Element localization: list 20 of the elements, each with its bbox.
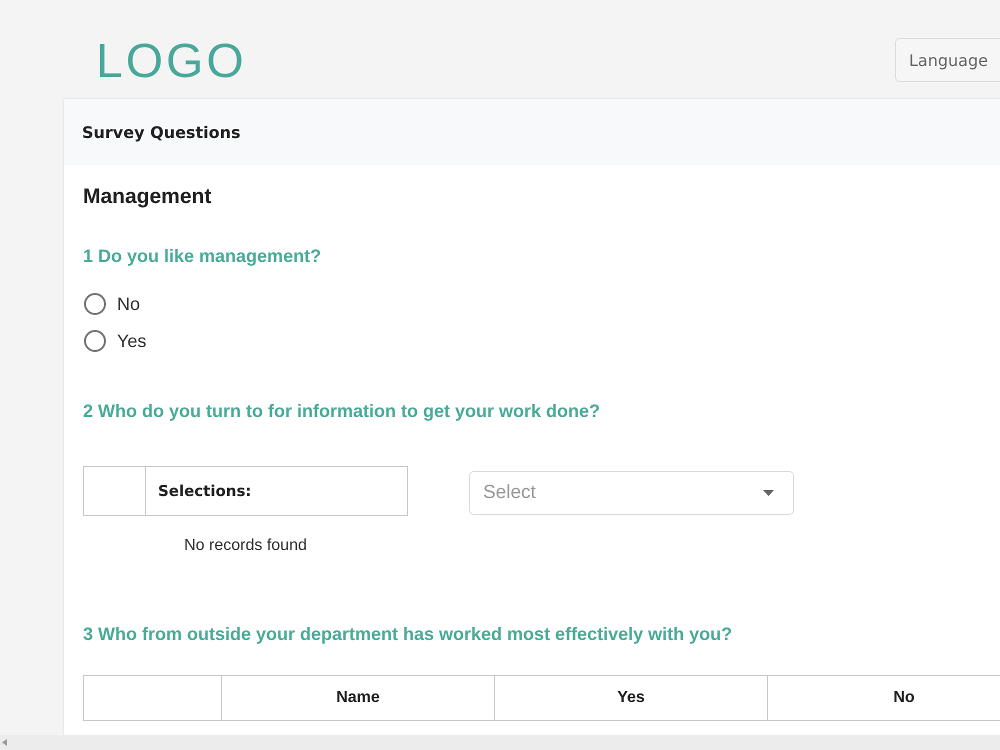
question-text: 3 Who from outside your department has worked most effectively with you? (83, 623, 734, 646)
section-title: Management (83, 184, 212, 210)
empty-message: No records found (183, 536, 308, 556)
radio-label[interactable]: Yes (117, 330, 146, 352)
table-header-cell: Selections: (146, 466, 408, 516)
language-button[interactable]: Language (895, 38, 1000, 82)
table-header-cell: No (768, 676, 1000, 720)
table-header-cell: Name (222, 676, 494, 720)
question-text: 2 Who do you turn to for information to get your work done? (83, 400, 601, 423)
horizontal-scrollbar[interactable] (0, 735, 1000, 750)
card-title: Survey Questions (82, 122, 240, 142)
question-text: 1 Do you like management? (83, 245, 322, 268)
radio-button[interactable] (84, 330, 106, 352)
radio-button[interactable] (84, 293, 106, 315)
scroll-left-icon[interactable] (2, 739, 7, 746)
table-header-cell (84, 466, 146, 516)
caret-icon (763, 490, 774, 496)
table-header-cell: Yes (494, 676, 768, 720)
logo: LOGO (96, 34, 247, 90)
radio-label[interactable]: No (117, 293, 140, 315)
